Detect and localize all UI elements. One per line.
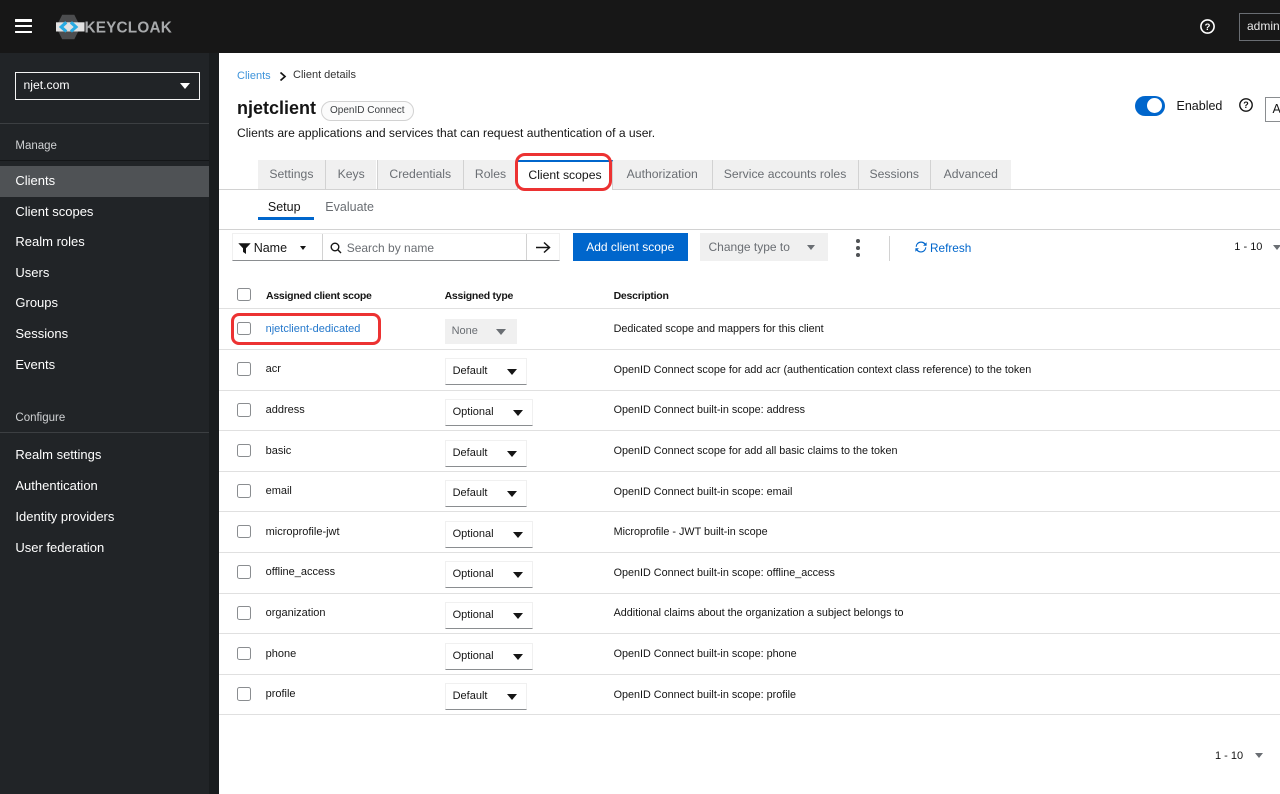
svg-text:?: ? (1205, 22, 1211, 33)
svg-text:?: ? (1243, 100, 1249, 110)
svg-text:KEYCLOAK: KEYCLOAK (85, 19, 172, 36)
